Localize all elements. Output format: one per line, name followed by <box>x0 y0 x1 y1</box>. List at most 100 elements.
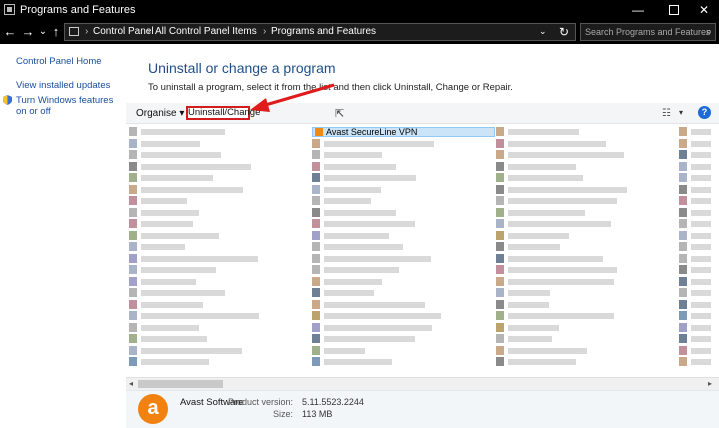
program-icon <box>496 345 504 355</box>
list-item-label <box>508 175 583 181</box>
list-item-label <box>324 336 415 342</box>
list-item-label <box>141 336 207 342</box>
list-item-label <box>691 175 711 181</box>
program-icon <box>496 219 504 228</box>
help-icon[interactable]: ? <box>698 106 711 119</box>
scroll-left-icon[interactable]: ◂ <box>129 379 133 388</box>
list-item-label <box>691 313 711 319</box>
up-button[interactable]: ↑ <box>48 24 64 40</box>
program-icon <box>312 311 320 320</box>
list-item-label <box>324 290 374 296</box>
program-icon <box>129 276 137 286</box>
maximize-button[interactable] <box>658 0 690 20</box>
program-icon <box>312 334 320 343</box>
program-icon <box>312 161 320 171</box>
program-icon <box>129 299 137 309</box>
search-input[interactable]: Search Programs and Features ⌕ <box>580 23 716 41</box>
list-item-label <box>691 255 711 262</box>
address-dropdown-icon[interactable]: ⌄ <box>539 26 547 37</box>
breadcrumb-all-items[interactable]: All Control Panel Items <box>155 26 257 37</box>
list-item-label <box>691 152 711 158</box>
scrollbar-thumb[interactable] <box>138 380 223 388</box>
list-item-label <box>141 209 199 216</box>
program-icon <box>679 127 687 136</box>
program-icon <box>312 184 320 194</box>
program-icon <box>129 138 137 148</box>
list-item-label <box>141 198 187 204</box>
mouse-cursor-icon: ⇱ <box>335 108 345 120</box>
program-icon <box>312 265 320 274</box>
list-item-label <box>508 244 560 250</box>
sidebar-item-control-panel-home[interactable]: Control Panel Home <box>16 56 102 67</box>
sidebar-item-view-installed-updates[interactable]: View installed updates <box>16 80 110 91</box>
list-item-label <box>508 313 614 319</box>
program-icon <box>129 150 137 159</box>
program-icon <box>679 242 687 251</box>
view-dropdown-icon[interactable]: ▾ <box>679 108 683 117</box>
program-list[interactable]: Avast SecureLine VPN <box>126 124 719 377</box>
maximize-icon <box>669 5 679 15</box>
program-icon <box>496 242 504 251</box>
list-item-label <box>141 221 193 227</box>
program-icon <box>496 138 504 148</box>
list-item-label <box>508 129 579 135</box>
organise-menu[interactable]: Organise ▾ <box>136 108 184 119</box>
list-item-label <box>141 267 216 273</box>
list-item-label <box>141 313 259 319</box>
program-icon <box>679 311 687 320</box>
list-item-label <box>141 255 258 262</box>
list-item-label <box>691 290 711 296</box>
minimize-button[interactable]: — <box>622 0 654 20</box>
breadcrumb-programs-features[interactable]: Programs and Features <box>271 26 376 37</box>
program-icon <box>312 207 320 217</box>
list-item-label <box>691 129 711 135</box>
list-item-selected[interactable]: Avast SecureLine VPN <box>312 127 495 137</box>
view-options-icon[interactable]: ☷ <box>662 108 671 119</box>
details-pane: a Avast Software Product version: 5.11.5… <box>126 390 719 428</box>
program-icon <box>129 242 137 251</box>
sidebar-item-windows-features[interactable]: Turn Windows features on or off <box>16 95 120 117</box>
forward-button[interactable]: → <box>20 24 36 40</box>
list-item-label <box>508 255 603 262</box>
program-icon <box>496 265 504 274</box>
program-icon <box>496 322 504 332</box>
list-item-label <box>691 221 711 227</box>
back-button[interactable]: ← <box>2 24 18 40</box>
page-title: Uninstall or change a program <box>148 60 336 76</box>
program-icon <box>129 357 137 366</box>
program-icon <box>679 138 687 148</box>
breadcrumb[interactable]: › Control Panel › All Control Panel Item… <box>64 23 576 41</box>
program-icon <box>312 299 320 309</box>
scroll-right-icon[interactable]: ▸ <box>708 379 712 388</box>
program-icon <box>496 127 504 136</box>
breadcrumb-control-panel[interactable]: Control Panel <box>93 26 154 37</box>
list-item-label <box>691 324 711 331</box>
program-icon <box>679 173 687 182</box>
list-item-label <box>324 267 399 273</box>
list-item-label <box>324 163 396 170</box>
title-bar: Programs and Features — ✕ <box>0 0 719 20</box>
list-item-label <box>141 163 251 170</box>
search-icon[interactable]: ⌕ <box>706 26 712 39</box>
list-item-label <box>691 244 711 250</box>
uninstall-change-button[interactable]: Uninstall/Change <box>186 106 260 120</box>
program-icon <box>312 242 320 251</box>
programs-features-icon <box>4 4 15 15</box>
program-icon <box>679 334 687 343</box>
list-item-label <box>141 232 219 239</box>
list-item-label <box>141 301 203 308</box>
program-icon <box>679 265 687 274</box>
list-item-label <box>324 313 441 319</box>
list-item-label <box>141 140 200 147</box>
close-button[interactable]: ✕ <box>688 0 719 20</box>
program-icon <box>312 345 320 355</box>
program-icon <box>129 196 137 205</box>
refresh-icon[interactable]: ↻ <box>559 25 569 39</box>
list-item-label <box>324 301 425 308</box>
program-icon <box>679 276 687 286</box>
list-item-label <box>508 347 587 354</box>
program-icon <box>129 265 137 274</box>
horizontal-scrollbar[interactable]: ◂ ▸ <box>126 377 719 390</box>
list-item-label <box>691 278 711 285</box>
list-item-label <box>324 209 396 216</box>
